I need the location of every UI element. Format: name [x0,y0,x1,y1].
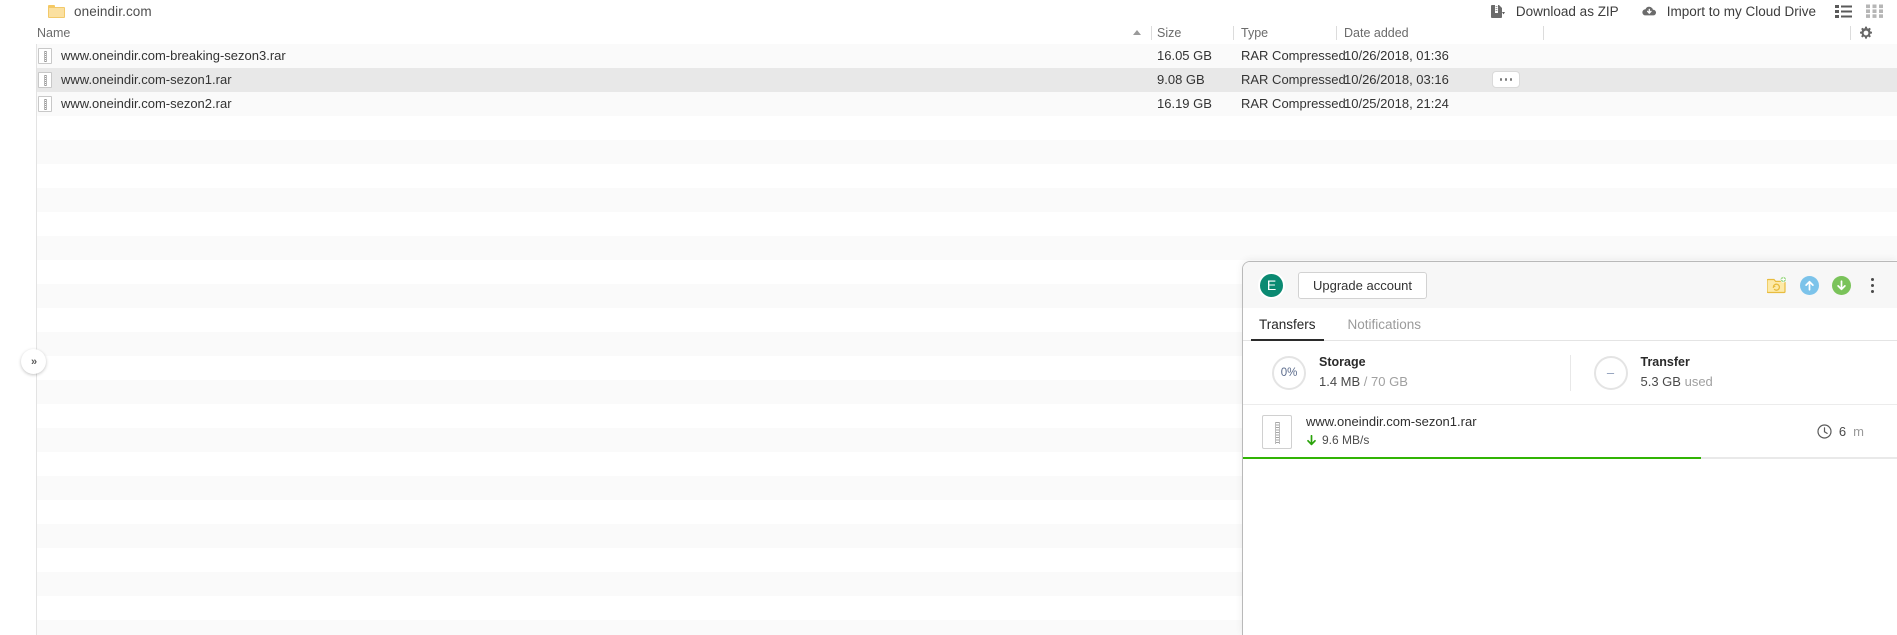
cell-size: 16.05 GB [1157,48,1212,63]
transfer-value: 5.3 GB used [1641,372,1713,392]
storage-ring: 0% [1272,355,1306,390]
cell-date-added: 10/25/2018, 21:24 [1344,96,1449,111]
download-arrow-icon[interactable] [1832,275,1851,295]
transfer-panel-empty-area [1243,459,1897,635]
column-divider [1850,26,1851,40]
empty-row [0,212,1897,236]
kebab-menu-icon[interactable] [1864,275,1880,295]
sidebar-expand-button[interactable]: » [21,349,46,374]
transfer-title: Transfer [1640,355,1690,370]
cloud-download-icon [1642,6,1656,15]
storage-used: 1.4 MB [1319,374,1361,390]
transfer-stat: – Transfer 5.3 GB used [1571,353,1892,391]
transfer-used: 5.3 GB [1640,374,1681,390]
transfer-item-eta-value: 6 [1838,424,1847,439]
rar-file-icon [1262,414,1292,449]
column-header-row: Name Size Type Date added [0,22,1897,45]
column-divider[interactable] [1543,26,1544,40]
left-rail-divider [36,44,37,635]
cell-type: RAR Compressed [1241,72,1346,87]
column-header-name[interactable]: Name [37,22,70,44]
cell-name: www.oneindir.com-breaking-sezon3.rar [61,48,286,63]
empty-row [0,116,1897,140]
empty-row [0,236,1897,260]
gear-icon[interactable] [1859,26,1873,45]
transfer-panel-header-icons [1767,275,1880,295]
column-divider[interactable] [1336,26,1337,40]
avatar[interactable]: E [1258,271,1285,299]
upload-arrow-icon[interactable] [1800,275,1819,295]
storage-stat: 0% Storage 1.4 MB / 70 GB [1249,353,1570,391]
cell-size: 9.08 GB [1157,72,1205,87]
row-more-actions-button[interactable] [1492,71,1520,88]
toolbar-actions: Download as ZIP Import to my Cloud Drive [1479,0,1897,22]
storage-separator: / [1360,374,1372,390]
download-as-zip-button[interactable]: Download as ZIP [1479,0,1630,22]
grid-view-icon[interactable] [1866,4,1883,18]
upgrade-account-button[interactable]: Upgrade account [1298,271,1428,299]
breadcrumb[interactable]: oneindir.com [48,0,152,22]
table-row[interactable]: www.oneindir.com-breaking-sezon3.rar 16.0… [0,44,1897,68]
top-toolbar: oneindir.com Download as ZIP Import to m… [0,0,1897,22]
cell-name: www.oneindir.com-sezon1.rar [61,72,232,87]
transfer-item-speed: 9.6 MB/s [1322,433,1370,448]
file-rows: www.oneindir.com-breaking-sezon3.rar 16.0… [0,44,1897,116]
download-as-zip-label: Download as ZIP [1515,3,1619,19]
cell-name: www.oneindir.com-sezon2.rar [61,96,232,111]
table-row[interactable]: www.oneindir.com-sezon2.rar 16.19 GB RAR C… [0,92,1897,116]
column-header-date-added[interactable]: Date added [1344,22,1409,44]
storage-value: 1.4 MB / 70 GB [1319,372,1408,392]
clock-icon [1817,424,1832,439]
transfer-panel-tabs: Transfers Notifications [1243,308,1897,341]
table-row[interactable]: www.oneindir.com-sezon1.rar 9.08 GB RAR Co… [0,68,1897,92]
file-browser-page: oneindir.com Download as ZIP Import to m… [0,0,1897,635]
storage-total: 70 GB [1371,374,1408,390]
tab-transfers[interactable]: Transfers [1243,317,1332,341]
cell-date-added: 10/26/2018, 01:36 [1344,48,1449,63]
column-divider[interactable] [1233,26,1234,40]
column-header-type[interactable]: Type [1241,22,1268,44]
cell-type: RAR Compressed [1241,48,1346,63]
column-header-size[interactable]: Size [1157,22,1181,44]
chevron-double-right-icon: » [30,355,37,368]
transfer-panel-header: E Upgrade account [1243,262,1897,308]
list-view-icon[interactable] [1835,4,1852,18]
import-to-cloud-drive-label: Import to my Cloud Drive [1666,3,1816,19]
folder-icon [48,4,65,18]
transfer-items: www.oneindir.com-sezon1.rar 9.6 MB/s 6 m [1243,405,1897,459]
empty-row [0,140,1897,164]
transfer-item-speed-row: 9.6 MB/s [1306,432,1477,449]
account-stats: 0% Storage 1.4 MB / 70 GB – Transfer 5.3… [1243,341,1897,405]
cell-date-added: 10/26/2018, 03:16 [1344,72,1449,87]
storage-title: Storage [1319,355,1366,370]
empty-row [0,188,1897,212]
transfer-item-eta: 6m [1817,424,1878,439]
transfer-progress-bar [1243,457,1897,459]
view-toggle-group [1827,4,1897,18]
download-zip-icon [1490,4,1505,18]
rar-file-icon [38,48,52,64]
empty-row [0,164,1897,188]
transfer-used-label: used [1684,374,1713,390]
rar-file-icon [38,72,52,88]
transfer-ring: – [1593,355,1628,390]
left-rail [0,44,37,635]
breadcrumb-label: oneindir.com [74,3,152,19]
cell-size: 16.19 GB [1157,96,1212,111]
tab-notifications[interactable]: Notifications [1332,317,1438,340]
down-arrow-icon [1307,434,1316,446]
rar-file-icon [38,96,52,112]
folder-sync-add-icon[interactable] [1767,276,1787,294]
transfer-item-eta-unit: m [1853,424,1864,439]
transfer-item[interactable]: www.oneindir.com-sezon1.rar 9.6 MB/s 6 m [1243,405,1897,459]
sort-ascending-caret [1133,30,1141,35]
transfer-panel: E Upgrade account Transfers Notification… [1242,261,1897,635]
cell-type: RAR Compressed [1241,96,1346,111]
column-divider[interactable] [1151,26,1152,40]
import-to-cloud-drive-button[interactable]: Import to my Cloud Drive [1630,0,1827,22]
transfer-item-name: www.oneindir.com-sezon1.rar [1306,414,1477,430]
